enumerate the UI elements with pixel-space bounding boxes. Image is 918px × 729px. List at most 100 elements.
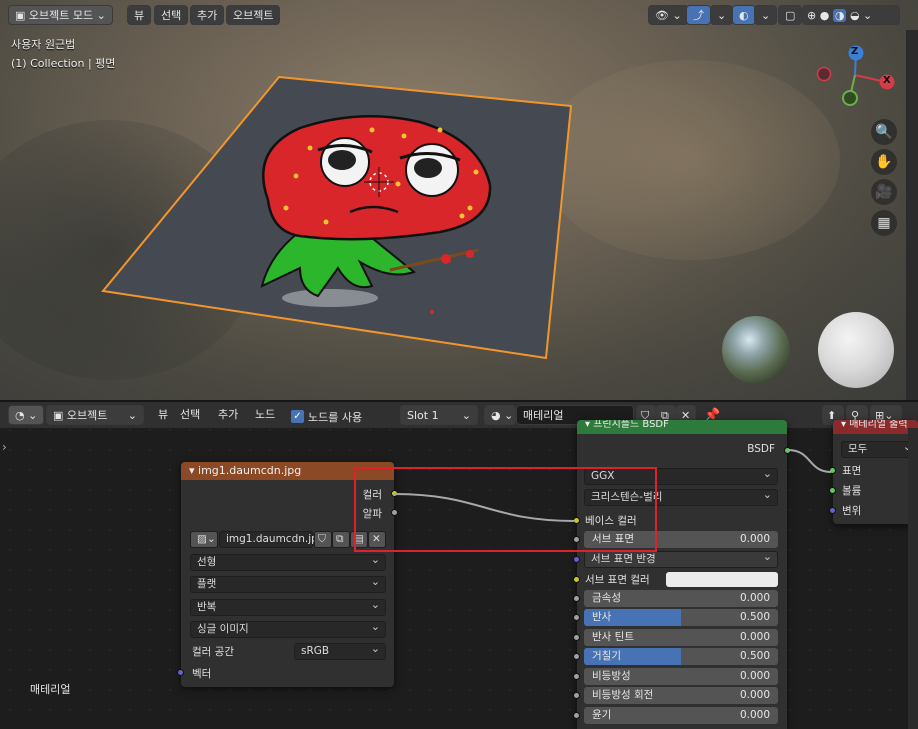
bsdf-output-label: BSDF xyxy=(747,443,775,455)
image-open-folder-icon[interactable]: ▤ xyxy=(350,531,368,548)
ortho-grid-icon[interactable]: ▦ xyxy=(871,210,897,236)
image-unlink-icon[interactable]: ✕ xyxy=(368,531,386,548)
use-nodes-checkbox[interactable]: ✓ xyxy=(291,410,304,423)
expand-sidebar-icon[interactable]: › xyxy=(2,440,7,454)
editor-type-icon[interactable]: ◔ ⌄ xyxy=(8,405,45,425)
param-socket[interactable] xyxy=(573,614,580,621)
param-label: 비등방성 xyxy=(592,670,631,682)
param-label: 반사 틴트 xyxy=(592,631,634,643)
subsurface-radius-dropdown[interactable]: 서브 표면 반경 xyxy=(584,549,778,568)
editor-material-label: 매테리얼 xyxy=(30,683,71,696)
shader-type-dropdown[interactable]: ▣ 오브젝트 ⌄ xyxy=(46,405,144,425)
output-color-socket[interactable] xyxy=(391,490,398,497)
image-name-field[interactable]: img1.daumcdn.jpg xyxy=(219,531,325,548)
base-color-socket[interactable] xyxy=(573,517,580,524)
menu-add[interactable]: 추가 xyxy=(212,405,244,425)
subsurface-value: 0.000 xyxy=(739,533,770,545)
volume-input-socket[interactable] xyxy=(829,487,836,494)
image-duplicate-icon[interactable]: ⧉ xyxy=(332,531,350,548)
shader-type-label: 오브젝트 xyxy=(66,409,108,422)
subsurface-radius-socket[interactable] xyxy=(573,556,580,563)
interpolation-dropdown[interactable]: 선형 xyxy=(190,552,386,571)
source-dropdown[interactable]: 싱글 이미지 xyxy=(190,619,386,638)
surface-input-socket[interactable] xyxy=(829,467,836,474)
slot-dropdown[interactable]: Slot 1 ⌄ xyxy=(400,405,478,425)
subsurface-method-dropdown[interactable]: 크리스텐슨-벌리 xyxy=(584,487,778,506)
principled-bsdf-node[interactable]: ▾ 프린시플드 BSDF BSDF GGX 크리스텐슨-벌리 베이스 컬러 서브… xyxy=(573,420,791,729)
param-socket[interactable] xyxy=(573,692,580,699)
input-vector-socket[interactable] xyxy=(177,669,184,676)
subsurface-color-socket[interactable] xyxy=(573,576,580,583)
collapse-arrow-icon[interactable]: ▾ xyxy=(841,420,849,430)
image-browse-icon[interactable]: ▨⌄ xyxy=(190,531,218,548)
image-fake-user-icon[interactable]: ⛉ xyxy=(314,531,332,548)
param-value: 0.000 xyxy=(739,592,770,604)
collapse-arrow-icon[interactable]: ▾ xyxy=(189,464,198,477)
material-output-node[interactable]: ▾ 매테리얼 출력 모두 표면 볼륨 변위 xyxy=(829,420,918,524)
param-label: 윤기 xyxy=(592,709,612,721)
base-color-label: 베이스 컬러 xyxy=(585,515,637,527)
distribution-dropdown[interactable]: GGX xyxy=(584,466,778,485)
subsurface-color-swatch[interactable] xyxy=(666,572,778,587)
extension-dropdown[interactable]: 반복 xyxy=(190,597,386,616)
source-value: 싱글 이미지 xyxy=(197,623,249,635)
use-nodes-label: 노드를 사용 xyxy=(308,411,363,424)
menu-node[interactable]: 노드 xyxy=(249,405,281,425)
image-name-text: img1.daumcdn.jpg xyxy=(226,533,325,545)
param-slider[interactable]: 반사 0.500 xyxy=(584,609,778,626)
param-value: 0.000 xyxy=(739,689,770,701)
displacement-input-socket[interactable] xyxy=(829,507,836,514)
bsdf-output-socket[interactable] xyxy=(784,447,791,454)
subsurface-method-value: 크리스텐슨-벌리 xyxy=(591,491,663,503)
displacement-input-label: 변위 xyxy=(842,505,862,517)
param-value: 0.500 xyxy=(739,611,770,623)
subsurface-socket[interactable] xyxy=(573,536,580,543)
output-alpha-socket[interactable] xyxy=(391,509,398,516)
menu-select[interactable]: 선택 xyxy=(174,405,206,425)
param-socket[interactable] xyxy=(573,653,580,660)
material-name-text: 매테리얼 xyxy=(523,409,564,422)
param-slider[interactable]: 윤기 0.000 xyxy=(584,707,778,724)
param-slider[interactable]: 비등방성 0.000 xyxy=(584,668,778,685)
distribution-value: GGX xyxy=(591,470,615,482)
material-browse-icon[interactable]: ◕ ⌄ xyxy=(484,405,516,425)
colorspace-dropdown[interactable]: sRGB xyxy=(294,641,386,660)
node-sidebar-edge xyxy=(908,428,918,729)
param-label: 비등방성 회전 xyxy=(592,689,654,701)
param-slider[interactable]: 비등방성 회전 0.000 xyxy=(584,687,778,704)
pan-hand-icon[interactable]: ✋ xyxy=(871,149,897,175)
bsdf-node-header[interactable]: ▾ 프린시플드 BSDF xyxy=(577,420,787,434)
param-label: 반사 xyxy=(592,611,612,623)
subsurface-label: 서브 표면 xyxy=(592,533,634,545)
param-socket[interactable] xyxy=(573,595,580,602)
gizmo-x-label: X xyxy=(883,75,891,86)
output-color-label: 컬러 xyxy=(362,489,382,501)
object-shader-icon: ▣ xyxy=(53,409,67,422)
image-node-title: img1.daumcdn.jpg xyxy=(198,464,302,477)
image-texture-node[interactable]: ▾ img1.daumcdn.jpg 컬러 알파 ▨⌄ img1.daumcdn… xyxy=(177,462,398,687)
zoom-icon[interactable]: 🔍 xyxy=(871,119,897,145)
param-slider[interactable]: 거칠기 0.500 xyxy=(584,648,778,665)
3d-viewport[interactable]: ▣ 오브젝트 모드 ⌄ 뷰 선택 추가 오브젝트 👁 ⌄ ⤴ ⌄ ◐ ⌄ ▢ ⊕… xyxy=(0,0,918,400)
param-slider[interactable]: 반사 틴트 0.000 xyxy=(584,629,778,646)
material-preview-sphere xyxy=(818,312,894,388)
camera-icon[interactable]: 🎥 xyxy=(871,179,897,205)
bsdf-to-surface-link[interactable] xyxy=(787,449,832,473)
colorspace-value: sRGB xyxy=(301,645,330,657)
render-target-dropdown[interactable]: 모두 xyxy=(841,439,918,458)
param-socket[interactable] xyxy=(573,634,580,641)
param-label: 금속성 xyxy=(592,592,621,604)
param-slider[interactable]: 금속성 0.000 xyxy=(584,590,778,607)
param-value: 0.000 xyxy=(739,631,770,643)
projection-dropdown[interactable]: 플랫 xyxy=(190,574,386,593)
shader-node-editor[interactable]: ◔ ⌄ ▣ 오브젝트 ⌄ 뷰 선택 추가 노드 ✓ 노드를 사용 Slot 1 ⌄… xyxy=(0,400,918,729)
collapse-arrow-icon[interactable]: ▾ xyxy=(585,420,593,430)
subsurface-slider[interactable]: 서브 표면 0.000 xyxy=(584,531,778,548)
interpolation-value: 선형 xyxy=(197,556,217,568)
image-node-header[interactable]: ▾ img1.daumcdn.jpg xyxy=(181,462,394,480)
menu-view[interactable]: 뷰 xyxy=(152,405,174,425)
param-socket[interactable] xyxy=(573,673,580,680)
param-socket[interactable] xyxy=(573,712,580,719)
output-node-header[interactable]: ▾ 매테리얼 출력 xyxy=(833,420,918,434)
color-to-basecolor-link[interactable] xyxy=(393,493,575,522)
